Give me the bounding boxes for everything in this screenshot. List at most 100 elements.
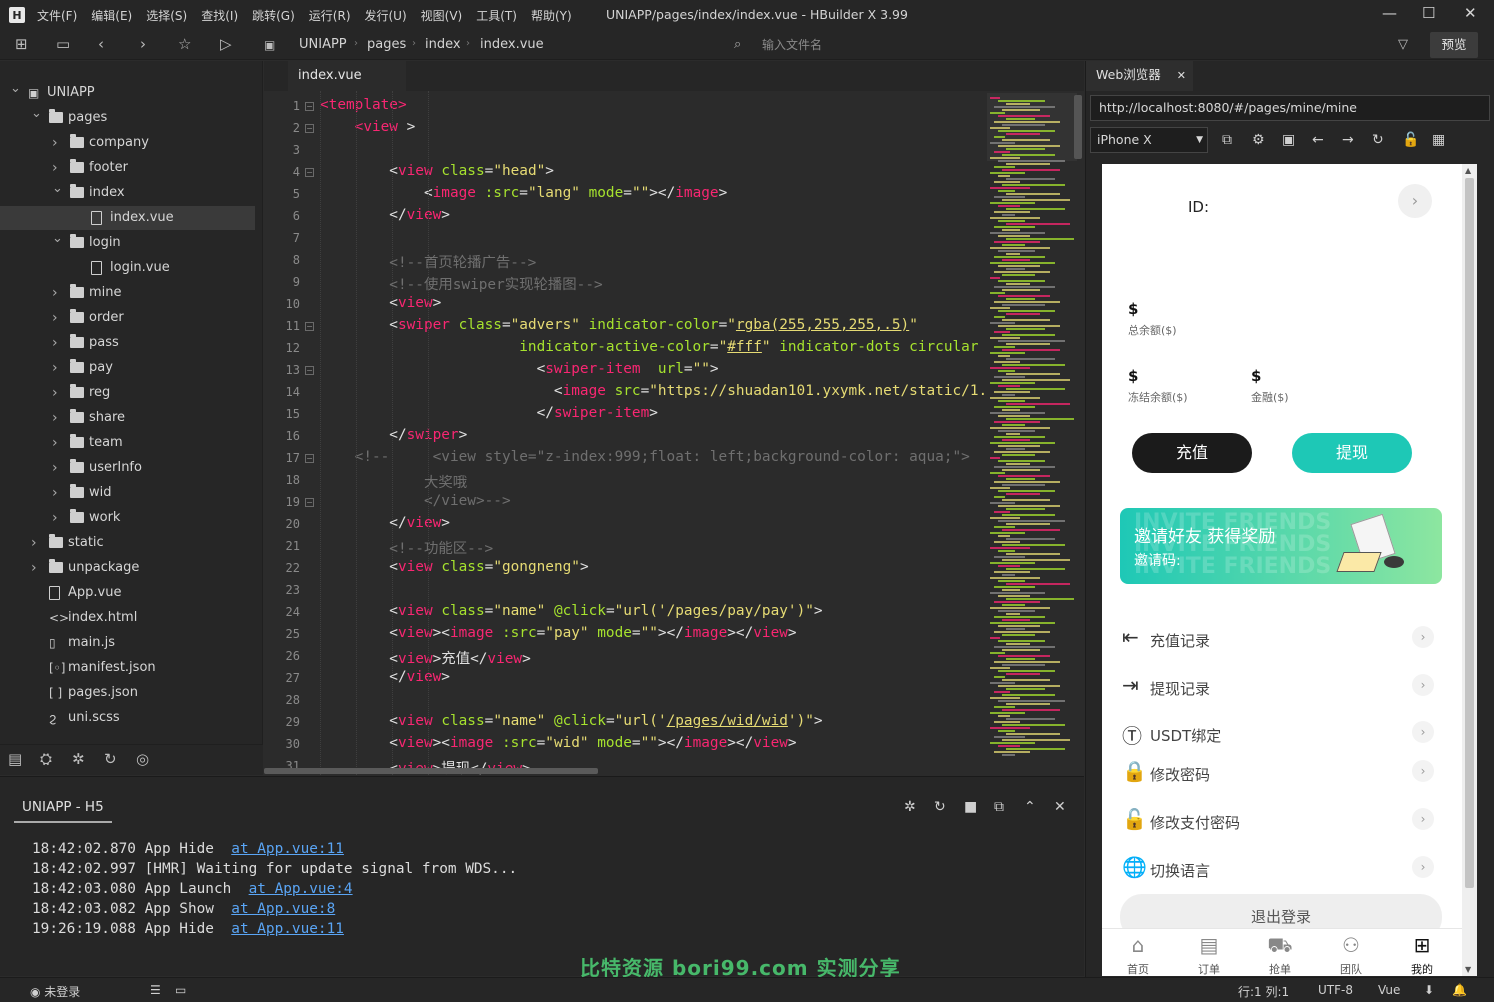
tree-item[interactable]: login.vue (0, 256, 255, 280)
tab-order[interactable]: ▤ 订单 (1179, 929, 1239, 976)
recharge-button[interactable]: 充值 (1132, 433, 1252, 473)
code-line[interactable]: <image :src="lang" mode=""></image> (320, 185, 727, 201)
collapse-icon[interactable]: ⌃ (1024, 799, 1036, 815)
code-line[interactable]: </swiper-item> (320, 405, 658, 421)
breadcrumb-item[interactable]: pages (367, 37, 406, 52)
debug-icon[interactable]: ✲ (72, 750, 85, 768)
tree-item[interactable]: App.vue (0, 581, 255, 605)
tree-item[interactable]: › work (0, 506, 255, 530)
tree-item[interactable]: › wid (0, 481, 255, 505)
tree-item[interactable]: › static (0, 531, 255, 555)
terminal-icon[interactable]: ▭ (175, 983, 186, 997)
lock-toggle-icon[interactable]: 🔓 (1402, 132, 1419, 148)
vertical-scrollbar[interactable] (1074, 95, 1082, 159)
code-line[interactable]: <image src="https://shuadan101.yxymk.net… (320, 383, 984, 399)
stop-icon[interactable]: ■ (964, 799, 977, 815)
code-line[interactable]: <view class="gongneng"> (320, 559, 588, 575)
bookmark-star-icon[interactable]: ☆ (178, 35, 191, 53)
log-source-link[interactable]: at App.vue:11 (231, 841, 344, 857)
restart-icon[interactable]: ↻ (934, 799, 946, 815)
forward-icon[interactable]: › (140, 35, 146, 53)
tree-item[interactable]: [◦] manifest.json (0, 656, 255, 680)
menu-item[interactable]: 视图(V) (421, 7, 463, 24)
maximize-button[interactable]: ☐ (1422, 4, 1435, 22)
close-button[interactable]: ✕ (1464, 4, 1477, 22)
chevron-right-icon[interactable]: › (52, 506, 58, 530)
code-line[interactable]: <template> (320, 97, 407, 113)
menu-row-6[interactable]: 🌐 切换语言 › (1120, 850, 1438, 886)
code-line[interactable]: </view> (320, 669, 450, 685)
chevron-right-icon[interactable]: › (52, 131, 58, 155)
tree-item[interactable]: › order (0, 306, 255, 330)
filter-icon[interactable]: ▽ (1398, 37, 1408, 52)
code-line[interactable]: <!-- <view style="z-index:999;float: lef… (320, 449, 970, 465)
back-icon[interactable]: ‹ (98, 35, 104, 53)
tree-item[interactable]: ϩ uni.scss (0, 706, 255, 730)
chevron-right-icon[interactable]: › (31, 531, 37, 555)
language-mode[interactable]: Vue (1378, 983, 1400, 997)
preview-button[interactable]: 预览 (1430, 32, 1478, 58)
qrcode-icon[interactable]: ▦ (1432, 132, 1445, 148)
code-line[interactable]: </view> (320, 207, 450, 223)
list-icon[interactable]: ☰ (150, 983, 161, 997)
fold-toggle-icon[interactable]: − (305, 454, 314, 463)
menu-row-1[interactable]: ⇤ 充值记录 › (1120, 620, 1438, 656)
code-line[interactable]: </swiper> (320, 427, 467, 443)
menu-item[interactable]: 查找(I) (201, 7, 238, 24)
tree-item[interactable]: › company (0, 131, 255, 155)
device-select[interactable]: iPhone X ▼ (1090, 127, 1208, 153)
log-source-link[interactable]: at App.vue:4 (249, 881, 353, 897)
chevron-down-icon[interactable]: ⌄ (31, 102, 42, 126)
tree-item[interactable]: index.vue (0, 206, 255, 230)
console-icon[interactable]: ▣ (1282, 132, 1295, 148)
notification-bell-icon[interactable]: 🔔 (1452, 983, 1467, 997)
code-line[interactable]: <view>充值</view> (320, 647, 530, 668)
url-input[interactable]: http://localhost:8080/#/pages/mine/mine (1090, 95, 1490, 121)
chevron-right-icon[interactable]: › (52, 281, 58, 305)
chevron-right-icon[interactable]: › (52, 306, 58, 330)
breadcrumb-item[interactable]: index.vue (480, 37, 544, 52)
tree-item[interactable]: › reg (0, 381, 255, 405)
tree-item[interactable]: ⌄ pages (0, 106, 255, 130)
menu-row-3[interactable]: Ⓣ USDT绑定 › (1120, 715, 1438, 751)
tree-item[interactable]: ⌄ login (0, 231, 255, 255)
menu-item[interactable]: 帮助(Y) (531, 7, 572, 24)
tab-home[interactable]: ⌂ 首页 (1108, 929, 1168, 976)
tab-team[interactable]: ⚇ 团队 (1321, 929, 1381, 976)
code-line[interactable]: 大奖哦 (320, 471, 467, 492)
minimize-button[interactable]: — (1382, 4, 1397, 22)
new-file-icon[interactable]: ⊞ (15, 35, 28, 53)
breadcrumb-item[interactable]: index (425, 37, 461, 52)
chevron-right-icon[interactable]: › (52, 406, 58, 430)
tree-item[interactable]: › unpackage (0, 556, 255, 580)
chevron-down-icon[interactable]: ⌄ (10, 77, 21, 101)
menu-row-5[interactable]: 🔓 修改支付密码 › (1120, 802, 1438, 838)
tab-web-browser[interactable]: Web浏览器 ✕ (1086, 61, 1193, 91)
chevron-right-icon[interactable]: › (52, 356, 58, 380)
tab-grab-order[interactable]: ⛟ 抢单 (1250, 929, 1310, 976)
menu-item[interactable]: 文件(F) (37, 7, 77, 24)
code-line[interactable]: <view class="name" @click="url('/pages/w… (320, 713, 822, 729)
close-tab-icon[interactable]: ✕ (1177, 69, 1186, 82)
code-line[interactable]: <view> (320, 295, 441, 311)
forward-arrow-icon[interactable]: → (1342, 132, 1354, 148)
fold-toggle-icon[interactable]: − (305, 168, 314, 177)
menu-item[interactable]: 选择(S) (146, 7, 187, 24)
phone-scrollbar[interactable]: ▲ ▼ (1462, 164, 1477, 976)
git-icon[interactable]: ↻ (104, 750, 117, 768)
chevron-right-icon[interactable]: › (31, 556, 37, 580)
encoding[interactable]: UTF-8 (1318, 983, 1353, 997)
save-icon[interactable]: ▭ (56, 35, 70, 53)
fold-toggle-icon[interactable]: − (305, 102, 314, 111)
menu-row-2[interactable]: ⇥ 提现记录 › (1120, 668, 1438, 704)
menu-item[interactable]: 发行(U) (365, 7, 407, 24)
refresh-icon[interactable]: ↻ (1372, 132, 1384, 148)
log-source-link[interactable]: at App.vue:8 (231, 901, 335, 917)
tree-item[interactable]: › share (0, 406, 255, 430)
breadcrumb-item[interactable]: UNIAPP (299, 37, 347, 52)
menu-item[interactable]: 运行(R) (309, 7, 351, 24)
menu-row-4[interactable]: 🔒 修改密码 › (1120, 754, 1438, 790)
chevron-right-icon[interactable]: › (52, 481, 58, 505)
chevron-right-icon[interactable]: › (52, 431, 58, 455)
code-editor[interactable]: 1− <template> 2− <view >3 4− <view class="h… (264, 91, 984, 775)
